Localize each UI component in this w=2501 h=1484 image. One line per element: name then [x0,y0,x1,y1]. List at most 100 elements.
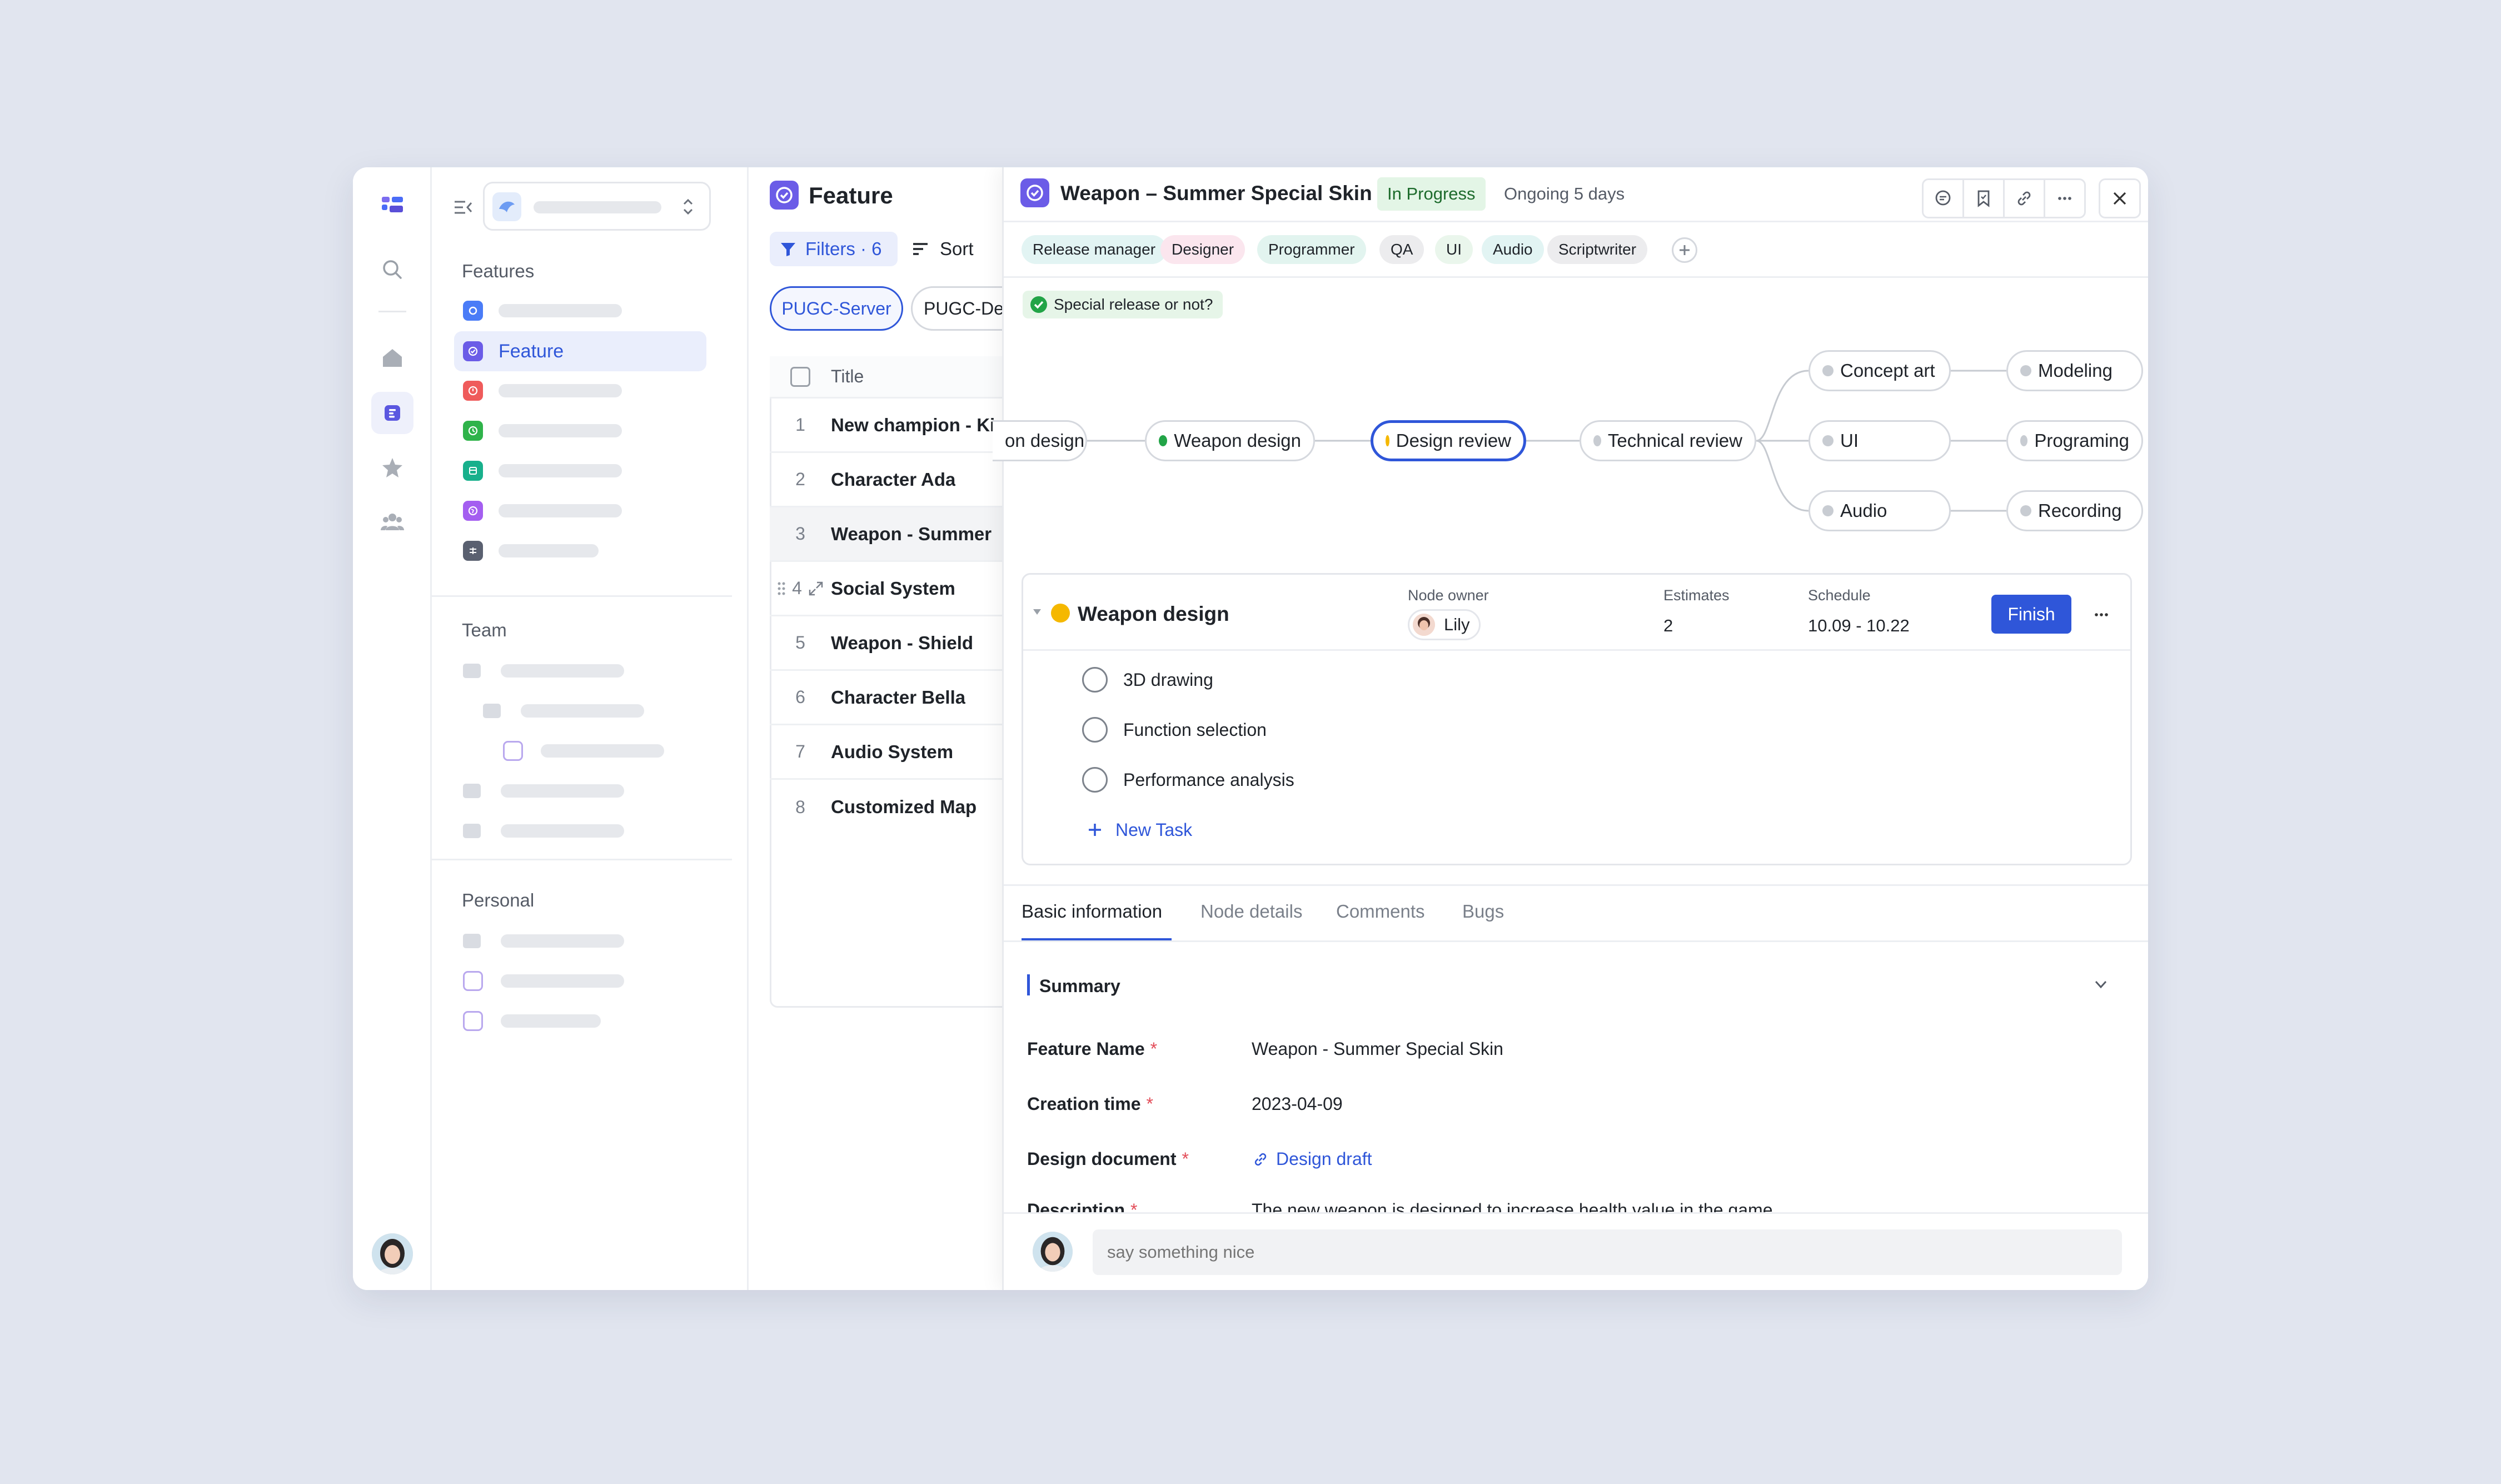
column-title: Title [831,366,864,386]
sidebar-item[interactable] [454,491,706,531]
filters-label: Filters · 6 [805,238,882,259]
icon-rail [353,167,432,1290]
field-label: Design document * [1027,1149,1189,1169]
row-number: 4 [792,578,802,598]
table-row[interactable]: 5 Weapon - Shield [770,616,1014,671]
table-row[interactable]: 8 Customized Map [770,780,1014,834]
table-row[interactable]: 1 New champion - Ki [770,399,1014,453]
sort-label: Sort [940,238,974,259]
row-number: 6 [795,687,805,707]
table-row[interactable]: 2 Character Ada [770,453,1014,507]
folder-icon [463,824,481,838]
workspace-name-placeholder [534,201,661,213]
feature-check-icon [463,341,483,361]
sort-button[interactable]: Sort [911,232,989,266]
home-icon[interactable] [371,336,413,379]
folder-icon [463,784,481,798]
field-value[interactable]: Weapon - Summer Special Skin [1252,1039,1503,1059]
design-draft-link[interactable]: Design draft [1252,1149,1372,1169]
item-placeholder [499,304,622,317]
list-icon [463,1011,483,1031]
sort-icon [913,243,928,255]
table-row-selected[interactable]: 3 Weapon - Summer [770,507,1014,562]
section-title-features: Features [462,261,535,281]
item-placeholder [501,784,624,798]
fields-container: Feature Name * Weapon - Summer Special Sk… [1004,167,2148,1212]
row-number: 1 [795,415,805,435]
item-placeholder [499,464,622,477]
list-item[interactable] [454,1001,706,1041]
rail-divider [378,311,406,312]
field-label: Description * [1027,1200,1138,1212]
table-row[interactable]: 6 Character Bella [770,671,1014,725]
sidebar-item[interactable] [454,531,706,571]
workspace-switcher[interactable] [483,182,711,231]
table-row[interactable]: 7 Audio System [770,725,1014,780]
item-placeholder [501,824,624,838]
filters-button[interactable]: Filters · 6 [770,232,898,266]
sidebar-item-feature[interactable]: Feature [454,331,706,371]
list-item[interactable] [494,731,706,771]
filter-icon [781,243,795,256]
folder-item[interactable] [454,921,706,961]
detail-panel: Weapon – Summer Special Skin In Progress… [993,167,2148,1290]
folder-item[interactable] [454,771,706,811]
grid-icon [463,541,483,561]
link-icon [1254,1153,1267,1166]
comment-bar [1004,1212,2148,1290]
item-placeholder [499,544,599,557]
row-title: Weapon - Shield [831,632,974,653]
folder-item[interactable] [454,811,706,851]
select-all-checkbox[interactable] [790,366,810,387]
item-placeholder [499,504,622,517]
globe-icon [463,501,483,521]
sidebar-item[interactable] [454,411,706,451]
row-title: Character Bella [831,686,966,708]
feature-check-icon [770,181,799,210]
divider [432,859,732,860]
feature-list-panel: Feature Filters · 6 Sort PUGC-Server PUG… [749,167,1033,1290]
folder-item[interactable] [454,651,706,691]
folder-icon [483,704,501,718]
chip-pugc-server[interactable]: PUGC-Server [770,286,903,331]
expand-icon[interactable] [808,580,824,597]
list-icon [503,741,523,761]
folder-icon [463,664,481,678]
divider [432,595,732,597]
sidebar: Features Feature Team Personal [432,167,749,1290]
workspace-logo-icon [492,192,521,221]
user-avatar [1033,1232,1073,1272]
table-header: Title [770,356,1014,399]
alert-icon [463,381,483,401]
page-title: Feature [809,182,893,208]
clock-icon [463,421,483,441]
row-title: Weapon - Summer [831,523,992,544]
field-value[interactable]: The new weapon is designed to increase h… [1252,1200,1773,1212]
row-title: Character Ada [831,469,956,490]
sidebar-item[interactable] [454,451,706,491]
table-icon [463,461,483,481]
collapse-sidebar-icon[interactable] [453,197,473,217]
team-icon[interactable] [371,501,413,543]
item-placeholder [501,974,624,988]
project-icon [463,301,483,321]
star-icon[interactable] [371,446,413,489]
folder-item[interactable] [474,691,706,731]
field-value[interactable]: 2023-04-09 [1252,1094,1343,1114]
comment-input[interactable] [1093,1229,2122,1275]
row-number: 7 [795,741,805,761]
link-label: Design draft [1276,1149,1372,1169]
sidebar-item[interactable] [454,291,706,331]
item-placeholder [541,744,664,758]
features-nav-icon[interactable] [371,392,413,434]
row-number: 8 [795,796,805,817]
table-row[interactable]: 4 Social System [770,562,1014,616]
sidebar-item[interactable] [454,371,706,411]
row-number: 5 [795,633,805,653]
item-placeholder [501,664,624,678]
folder-icon [463,934,481,948]
drag-handle-icon[interactable] [776,580,786,597]
user-avatar[interactable] [372,1233,413,1274]
list-item[interactable] [454,961,706,1001]
search-icon[interactable] [371,248,413,291]
